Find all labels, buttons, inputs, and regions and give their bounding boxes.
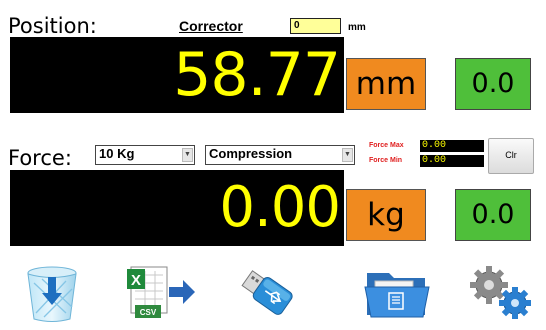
corrector-label: Corrector (179, 18, 243, 34)
csv-badge: CSV (140, 308, 157, 317)
position-reading: 58.77 (173, 40, 341, 110)
force-display: 0.00 (10, 170, 344, 246)
force-label: Force: (8, 146, 72, 170)
usb-drive-icon (241, 270, 293, 315)
recycle-bin-icon (27, 266, 77, 322)
corrector-unit: mm (348, 22, 366, 33)
position-zero-button[interactable]: 0.0 (455, 58, 531, 110)
open-folder-icon (364, 273, 430, 318)
open-file-button[interactable] (362, 264, 432, 322)
capacity-select[interactable]: 10 Kg ▼ (95, 145, 195, 165)
position-unit-button[interactable]: mm (346, 58, 426, 110)
usb-save-button[interactable] (232, 262, 298, 324)
settings-gears-icon (470, 266, 531, 319)
chevron-down-icon[interactable]: ▼ (182, 148, 193, 162)
settings-button[interactable] (466, 262, 538, 324)
clear-button[interactable]: Clr (488, 138, 534, 174)
force-reading: 0.00 (219, 175, 341, 240)
capacity-select-value: 10 Kg (99, 146, 135, 161)
force-unit-button[interactable]: kg (346, 189, 426, 241)
export-csv-button[interactable]: X CSV (124, 264, 198, 322)
excel-csv-export-icon: X CSV (127, 266, 195, 318)
force-min-label: Force Min (369, 157, 403, 164)
force-min-value: 0.00 (420, 155, 484, 167)
position-display: 58.77 (10, 37, 344, 113)
excel-letter: X (131, 272, 141, 289)
force-max-label: Force Max (369, 142, 404, 149)
clear-data-button[interactable] (20, 262, 84, 324)
position-label: Position: (8, 14, 97, 38)
chevron-down-icon[interactable]: ▼ (342, 148, 353, 162)
force-zero-button[interactable]: 0.0 (455, 189, 531, 241)
mode-select-value: Compression (209, 146, 293, 161)
force-max-value: 0.00 (420, 140, 484, 152)
corrector-input[interactable]: 0 (290, 18, 341, 34)
mode-select[interactable]: Compression ▼ (205, 145, 355, 165)
